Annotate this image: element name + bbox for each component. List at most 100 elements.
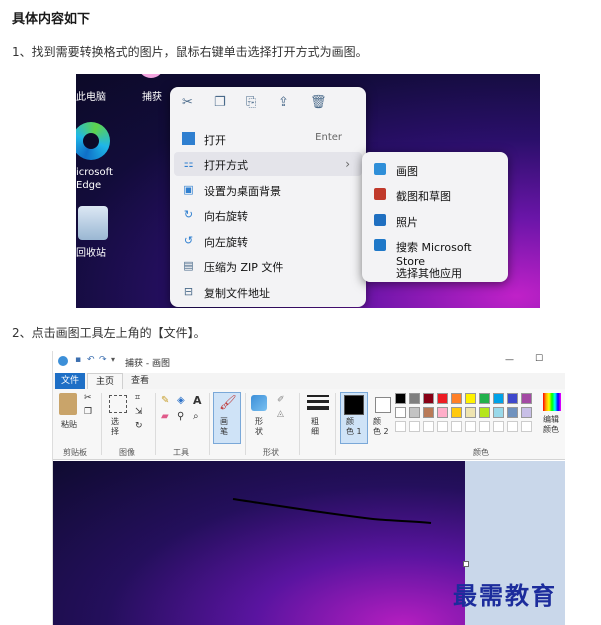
cut-icon[interactable]: ✂ (182, 95, 193, 110)
resize-icon[interactable]: ⇲ (135, 407, 143, 417)
submenu-item-snip-sketch[interactable]: 截图和草图 (368, 183, 504, 207)
shape-button-label[interactable]: 形 状 (255, 417, 263, 437)
desktop-label-bin: 回收站 (76, 248, 106, 259)
palette-swatch[interactable] (521, 407, 532, 418)
menu-item-label: 设置为桌面背景 (204, 185, 281, 198)
pencil-icon[interactable]: ✎ (161, 395, 169, 406)
snip-sketch-app-icon (374, 188, 386, 200)
palette-swatch[interactable] (437, 407, 448, 418)
tab-view[interactable]: 查看 (125, 373, 155, 389)
copy-icon[interactable]: ❐ (84, 407, 92, 417)
chevron-right-icon: › (345, 157, 350, 171)
color-2-swatch[interactable] (375, 397, 391, 413)
undo-icon[interactable]: ↶ (87, 355, 95, 365)
rotate-icon[interactable]: ↻ (135, 421, 143, 431)
step-1-text: 1、找到需要转换格式的图片，鼠标右键单击选择打开方式为画图。 (12, 45, 368, 59)
edge-icon[interactable] (76, 122, 110, 160)
save-icon[interactable]: ▪ (75, 355, 81, 365)
palette-swatch[interactable] (493, 393, 504, 404)
fill-shape-icon[interactable]: ◬ (277, 409, 284, 419)
size-button-label[interactable]: 粗 细 (311, 417, 319, 437)
canvas-resize-handle[interactable] (463, 561, 469, 567)
tab-file[interactable]: 文件 (55, 373, 85, 389)
redo-icon[interactable]: ↷ (99, 355, 107, 365)
palette-custom-slot[interactable] (521, 421, 532, 432)
palette-custom-slot[interactable] (409, 421, 420, 432)
cut-icon[interactable]: ✂ (84, 393, 92, 403)
submenu-item-choose-other[interactable]: 选择其他应用 (368, 260, 504, 284)
color-1-swatch (344, 395, 364, 415)
select-icon[interactable] (109, 395, 127, 413)
share-icon[interactable]: ⇪ (278, 95, 289, 110)
palette-swatch[interactable] (423, 407, 434, 418)
submenu-item-label: 画图 (396, 165, 418, 178)
rotate-right-icon: ↻ (183, 208, 194, 221)
palette-swatch[interactable] (409, 393, 420, 404)
palette-swatch[interactable] (451, 393, 462, 404)
menu-item-open[interactable]: 打开 Enter (174, 127, 362, 151)
palette-custom-slot[interactable] (465, 421, 476, 432)
paint-window-screenshot: ▪ ↶ ↷ ▾ 捕获 - 画图 — ☐ 文件 主页 查看 粘贴 ✂ ❐ 剪贴板 … (52, 351, 565, 625)
palette-swatch[interactable] (423, 393, 434, 404)
submenu-item-store[interactable]: 搜索 Microsoft Store (368, 234, 504, 268)
rename-icon[interactable]: ⎘ (246, 95, 256, 110)
minimize-button[interactable]: — (505, 355, 514, 365)
menu-item-copy-path[interactable]: ⊟ 复制文件地址 (174, 280, 362, 304)
palette-swatch[interactable] (479, 393, 490, 404)
menu-item-open-with[interactable]: ⚏ 打开方式 › (174, 152, 362, 176)
maximize-button[interactable]: ☐ (535, 354, 543, 364)
palette-custom-slot[interactable] (451, 421, 462, 432)
brush-icon: 🖌 (219, 395, 237, 411)
palette-swatch[interactable] (507, 393, 518, 404)
menu-item-set-wallpaper[interactable]: ▣ 设置为桌面背景 (174, 178, 362, 202)
palette-swatch[interactable] (465, 393, 476, 404)
magnifier-icon[interactable]: ⌕ (193, 411, 199, 422)
group-label-image: 图像 (119, 448, 135, 457)
eraser-icon[interactable]: ▰ (161, 411, 169, 422)
watermark-text: 最需教育 (453, 581, 557, 610)
text-icon[interactable]: A (193, 394, 202, 407)
select-button-label[interactable]: 选 择 (111, 417, 119, 437)
tab-home[interactable]: 主页 (87, 373, 123, 390)
palette-custom-slot[interactable] (395, 421, 406, 432)
size-line-3 (307, 406, 329, 410)
color-picker-icon[interactable]: ⚲ (177, 411, 184, 422)
menu-item-rotate-left[interactable]: ↺ 向左旋转 (174, 229, 362, 253)
palette-swatch[interactable] (409, 407, 420, 418)
color-2-label[interactable]: 颜 色 2 (373, 417, 389, 437)
paste-icon[interactable] (59, 393, 77, 415)
palette-swatch[interactable] (493, 407, 504, 418)
palette-custom-slot[interactable] (437, 421, 448, 432)
palette-swatch[interactable] (451, 407, 462, 418)
palette-custom-slot[interactable] (423, 421, 434, 432)
quick-access-dropdown-icon[interactable]: ▾ (111, 355, 115, 364)
recycle-bin-icon[interactable] (78, 206, 108, 240)
ribbon: 粘贴 ✂ ❐ 剪贴板 选 择 ⌗ ⇲ ↻ 图像 ✎ ◈ A ▰ ⚲ ⌕ 工具 🖌… (53, 389, 565, 460)
palette-swatch[interactable] (395, 407, 406, 418)
delete-icon[interactable]: 🗑 (310, 95, 327, 110)
crop-icon[interactable]: ⌗ (135, 393, 140, 403)
palette-swatch[interactable] (479, 407, 490, 418)
edit-colors-label[interactable]: 编辑 颜色 (543, 415, 559, 435)
menu-item-zip[interactable]: ▤ 压缩为 ZIP 文件 (174, 254, 362, 278)
fill-icon[interactable]: ◈ (177, 395, 185, 406)
palette-swatch[interactable] (395, 393, 406, 404)
edit-colors-icon[interactable] (543, 393, 561, 411)
ribbon-tabs: 文件 主页 查看 (53, 373, 565, 390)
palette-custom-slot[interactable] (493, 421, 504, 432)
palette-custom-slot[interactable] (507, 421, 518, 432)
submenu-item-photos[interactable]: 照片 (368, 209, 504, 233)
paste-button-label[interactable]: 粘贴 (61, 419, 77, 430)
palette-swatch[interactable] (465, 407, 476, 418)
menu-item-rotate-right[interactable]: ↻ 向右旋转 (174, 203, 362, 227)
palette-swatch[interactable] (507, 407, 518, 418)
palette-custom-slot[interactable] (479, 421, 490, 432)
drawing-canvas[interactable] (53, 461, 465, 625)
palette-swatch[interactable] (437, 393, 448, 404)
outline-icon[interactable]: ✐ (277, 395, 285, 405)
submenu-item-paint[interactable]: 画图 (368, 158, 504, 182)
palette-swatch[interactable] (521, 393, 532, 404)
shapes-icon[interactable] (251, 395, 267, 411)
copy-icon[interactable]: ❐ (214, 95, 226, 110)
wallpaper-icon: ▣ (183, 183, 194, 196)
